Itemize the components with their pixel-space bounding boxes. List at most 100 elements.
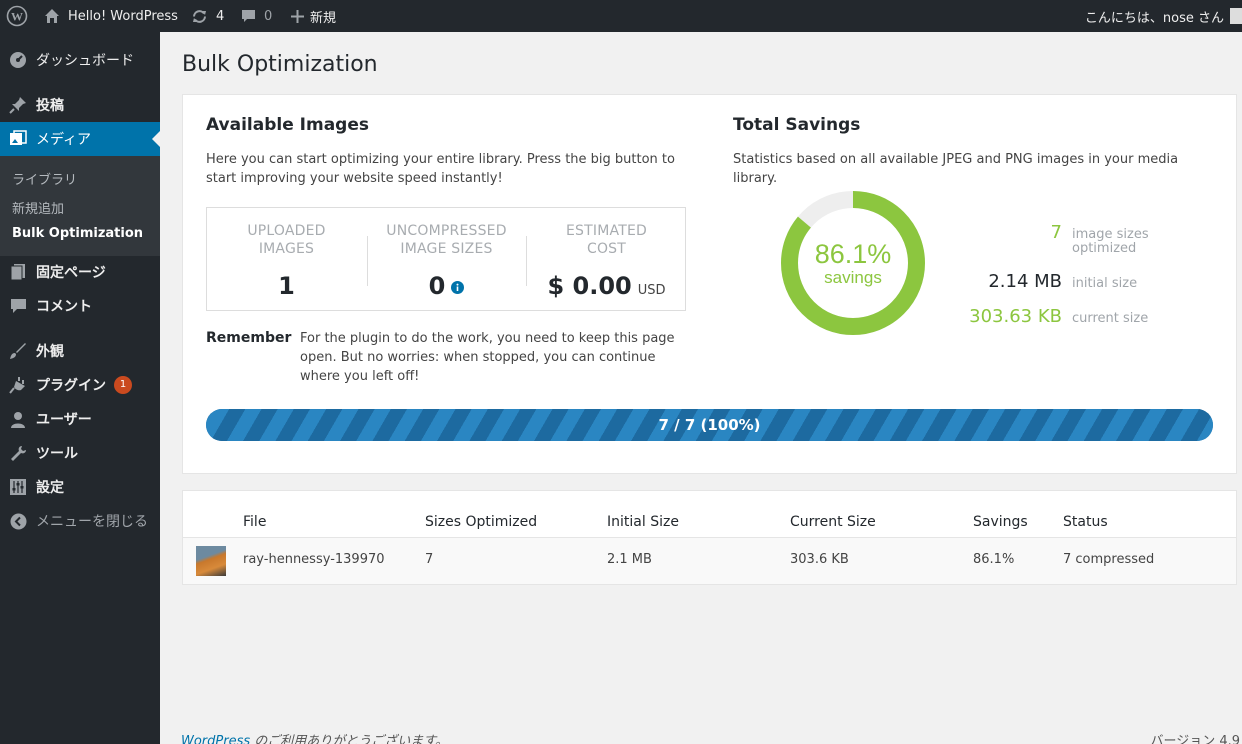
comment-bubble-icon bbox=[241, 9, 256, 24]
updates-count: 4 bbox=[216, 8, 225, 24]
sizes-optimized-label: image sizes optimized bbox=[1072, 227, 1149, 256]
paintbrush-icon bbox=[0, 342, 36, 360]
cell-sizes-optimized: 7 bbox=[425, 552, 434, 567]
savings-label: savings bbox=[824, 268, 882, 287]
cell-savings: 86.1% bbox=[973, 552, 1015, 567]
wordpress-link[interactable]: WordPress bbox=[181, 734, 250, 744]
menu-label-tools: ツール bbox=[36, 446, 78, 462]
submenu-item-add-new[interactable]: 新規追加 bbox=[12, 198, 64, 217]
admin-bar: W Hello! WordPress 4 0 新規 こんにちは、nose さん bbox=[0, 0, 1242, 32]
admin-menu: ダッシュボード 投稿 メディア 固定ページ コメント 外観 プラグイン 1 ユー… bbox=[0, 32, 160, 744]
collapse-menu-label: メニューを閉じる bbox=[36, 514, 148, 530]
menu-item-dashboard[interactable]: ダッシュボード bbox=[0, 43, 160, 77]
stat-value: 0 bbox=[428, 272, 446, 300]
cell-initial-size: 2.1 MB bbox=[607, 552, 652, 567]
page-icon bbox=[0, 263, 36, 281]
wordpress-logo-icon[interactable]: W bbox=[6, 0, 28, 32]
comments-link[interactable]: 0 bbox=[241, 0, 272, 32]
column-header-file: File bbox=[243, 514, 267, 530]
savings-percent: 86.1% bbox=[815, 239, 892, 269]
stat-label: UPLOADED IMAGES bbox=[247, 223, 326, 257]
table-row: ray-hennessy-139970 7 2.1 MB 303.6 KB 86… bbox=[183, 537, 1236, 584]
menu-item-plugins[interactable]: プラグイン 1 bbox=[0, 368, 160, 402]
footer-thanks: WordPress のご利用ありがとうございます。 bbox=[181, 730, 448, 744]
stat-label: UNCOMPRESSED IMAGE SIZES bbox=[386, 223, 507, 257]
menu-item-posts[interactable]: 投稿 bbox=[0, 88, 160, 122]
cell-current-size: 303.6 KB bbox=[790, 552, 849, 567]
dashboard-gauge-icon bbox=[0, 51, 36, 69]
user-icon bbox=[0, 411, 36, 428]
savings-stat-initial: 2.14 MB initial size bbox=[952, 271, 1137, 292]
avatar[interactable] bbox=[1230, 0, 1242, 32]
greeting: こんにちは、nose さん bbox=[1084, 10, 1224, 26]
available-images-description: Here you can start optimizing your entir… bbox=[206, 152, 675, 186]
footer-thanks-text: のご利用ありがとうございます。 bbox=[250, 734, 448, 744]
optimization-results-table: File Sizes Optimized Initial Size Curren… bbox=[182, 490, 1237, 585]
media-submenu: ライブラリ 新規追加 Bulk Optimization bbox=[0, 156, 160, 256]
menu-label-pages: 固定ページ bbox=[36, 265, 106, 281]
collapse-arrow-icon bbox=[0, 513, 36, 530]
refresh-icon bbox=[191, 8, 208, 25]
menu-item-tools[interactable]: ツール bbox=[0, 436, 160, 470]
column-header-status: Status bbox=[1063, 514, 1108, 530]
updates-link[interactable]: 4 bbox=[191, 0, 224, 32]
plugin-icon bbox=[0, 376, 36, 394]
wrench-icon bbox=[0, 445, 36, 462]
remember-text: For the plugin to do the work, you need … bbox=[300, 331, 675, 384]
new-content-link[interactable]: 新規 bbox=[291, 0, 336, 32]
menu-label-users: ユーザー bbox=[36, 412, 92, 428]
media-icon bbox=[0, 130, 36, 148]
pushpin-icon bbox=[0, 96, 36, 114]
menu-item-media[interactable]: メディア bbox=[0, 122, 160, 156]
site-name: Hello! WordPress bbox=[68, 8, 178, 24]
menu-label-media: メディア bbox=[36, 132, 92, 148]
submenu-item-library[interactable]: ライブラリ bbox=[12, 169, 77, 188]
sizes-optimized-value: 7 bbox=[1050, 222, 1062, 243]
home-icon bbox=[44, 8, 60, 24]
comment-icon bbox=[0, 298, 36, 314]
menu-label-posts: 投稿 bbox=[36, 98, 64, 114]
menu-item-settings[interactable]: 設定 bbox=[0, 470, 160, 504]
stat-uploaded-images: UPLOADED IMAGES 1 bbox=[207, 222, 366, 300]
menu-item-pages[interactable]: 固定ページ bbox=[0, 255, 160, 289]
site-name-link[interactable]: Hello! WordPress bbox=[44, 0, 178, 32]
column-header-initial-size: Initial Size bbox=[607, 514, 679, 530]
menu-label-plugins: プラグイン bbox=[36, 378, 106, 394]
stat-value: 1 bbox=[278, 272, 295, 300]
stat-estimated-cost: ESTIMATED COST $ 0.00 USD bbox=[527, 222, 686, 300]
submenu-item-bulk-optimization[interactable]: Bulk Optimization bbox=[12, 226, 143, 241]
savings-stat-sizes: 7 image sizes optimized bbox=[952, 222, 1152, 256]
collapse-menu-button[interactable]: メニューを閉じる bbox=[0, 504, 160, 538]
plus-icon bbox=[291, 9, 304, 23]
info-icon[interactable] bbox=[451, 272, 465, 300]
new-label: 新規 bbox=[310, 10, 337, 26]
file-thumbnail[interactable] bbox=[196, 546, 226, 576]
menu-item-appearance[interactable]: 外観 bbox=[0, 334, 160, 368]
stat-uncompressed-sizes: UNCOMPRESSED IMAGE SIZES 0 bbox=[367, 222, 526, 300]
image-stats-box: UPLOADED IMAGES 1 UNCOMPRESSED IMAGE SIZ… bbox=[206, 207, 686, 311]
menu-item-comments[interactable]: コメント bbox=[0, 289, 160, 323]
total-savings-title: Total Savings bbox=[733, 115, 861, 135]
stat-value: $ 0.00 bbox=[547, 272, 632, 300]
menu-label-settings: 設定 bbox=[36, 480, 64, 496]
available-images-title: Available Images bbox=[206, 115, 370, 135]
optimization-progress-bar: 7 / 7 (100%) bbox=[206, 409, 1213, 441]
stat-label: ESTIMATED COST bbox=[566, 223, 647, 257]
comments-count: 0 bbox=[264, 8, 273, 24]
menu-label-appearance: 外観 bbox=[36, 344, 64, 360]
settings-sliders-icon bbox=[0, 479, 36, 495]
currency-unit: USD bbox=[637, 283, 666, 298]
my-account-link[interactable]: こんにちは、nose さん bbox=[1085, 0, 1224, 32]
remember-label: Remember bbox=[206, 330, 292, 346]
plugin-update-badge: 1 bbox=[114, 376, 132, 394]
menu-label-comments: コメント bbox=[36, 299, 92, 315]
initial-size-value: 2.14 MB bbox=[988, 271, 1062, 292]
column-header-savings: Savings bbox=[973, 514, 1028, 530]
svg-text:W: W bbox=[11, 10, 23, 24]
column-header-sizes-optimized: Sizes Optimized bbox=[425, 514, 538, 530]
savings-stat-current: 303.63 KB current size bbox=[952, 306, 1148, 327]
total-savings-description: Statistics based on all available JPEG a… bbox=[733, 152, 1179, 186]
cell-file: ray-hennessy-139970 bbox=[243, 552, 385, 567]
current-size-value: 303.63 KB bbox=[969, 306, 1062, 327]
menu-item-users[interactable]: ユーザー bbox=[0, 402, 160, 436]
